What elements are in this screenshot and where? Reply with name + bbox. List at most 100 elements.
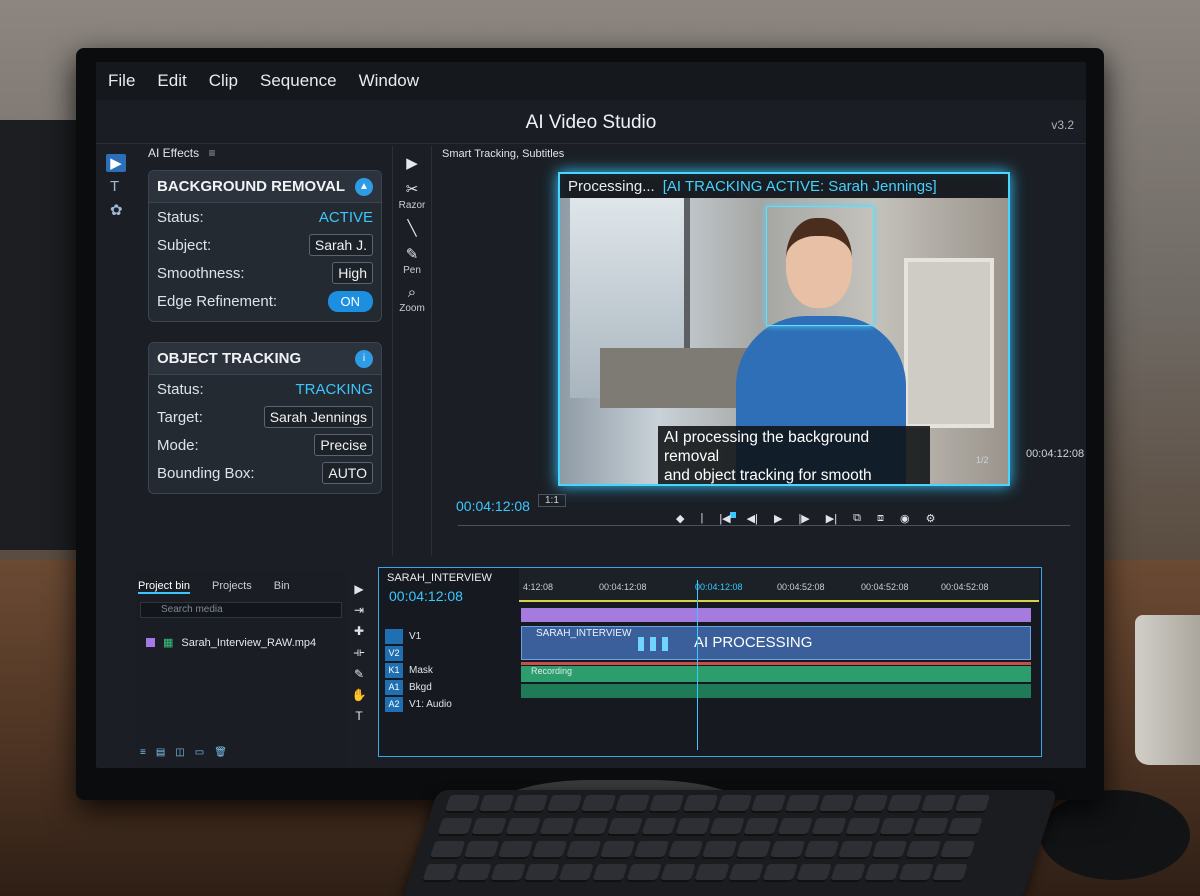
hand-tool-icon[interactable]: ✋ (344, 688, 374, 702)
menu-sequence[interactable]: Sequence (260, 71, 337, 91)
pen-tool-icon[interactable]: ✎ (344, 667, 374, 681)
type-icon[interactable]: T (110, 178, 134, 195)
app-title: AI Video Studio (525, 112, 657, 133)
recording-label: Recording (531, 666, 573, 676)
mark-out-icon[interactable]: | (700, 512, 703, 525)
menu-icon[interactable]: ≡ (208, 146, 215, 160)
step-forward-icon[interactable]: |▶ (798, 512, 809, 525)
play-icon[interactable]: ▶ (774, 512, 782, 525)
smoothness-row: Smoothness: High (149, 259, 381, 287)
line-icon[interactable]: ╲ (393, 219, 431, 237)
video-frame: AI processing the background removal and… (560, 198, 1008, 484)
track-v1[interactable]: V1 (385, 628, 519, 645)
progress-block (650, 637, 656, 651)
new-bin-icon[interactable]: ▭ (195, 747, 204, 758)
audio-clip[interactable] (521, 666, 1031, 682)
tab-projects[interactable]: Projects (212, 580, 252, 594)
track-v2[interactable]: V2 (385, 645, 519, 662)
mouse (1040, 790, 1190, 880)
status-label: Status: (157, 380, 204, 398)
type-tool-icon[interactable]: T (344, 709, 374, 723)
slip-tool-icon[interactable]: ⟛ (344, 645, 374, 660)
track-a2[interactable]: A2 V1: Audio (385, 696, 519, 713)
menu-clip[interactable]: Clip (209, 71, 238, 91)
audio-clip[interactable] (521, 684, 1031, 698)
ai-processing-label: AI PROCESSING (694, 634, 813, 651)
insert-icon[interactable]: ⧉ (853, 512, 861, 525)
selection-tool-icon[interactable]: ▶ (344, 582, 374, 596)
subject-row: Subject: Sarah J. (149, 231, 381, 259)
track-tag (385, 629, 403, 644)
ai-effects-title[interactable]: AI Effects (148, 146, 199, 160)
left-toolbar: ▶ T ✿ (104, 150, 134, 570)
subject-field[interactable]: Sarah J. (308, 234, 373, 256)
sequence-name[interactable]: SARAH_INTERVIEW (387, 572, 492, 584)
monitor-timecode[interactable]: 00:04:12:08 (456, 498, 530, 514)
tab-project-bin[interactable]: Project bin (138, 580, 190, 594)
viewer-fit-select[interactable]: 1/2 (976, 455, 989, 465)
object-tracking-card: OBJECT TRACKING i Status: TRACKING Targe… (148, 342, 382, 494)
smoothness-field[interactable]: High (332, 262, 373, 284)
track-headers: V1 V2 K1 Mask A1 Bkgd A2 V1: Audio (385, 628, 519, 713)
track-label: V1: Audio (409, 699, 452, 710)
effects-icon[interactable]: ✿ (110, 201, 134, 219)
ripple-edit-icon[interactable]: ✚ (344, 624, 374, 638)
list-item[interactable]: ▦ Sarah_Interview_RAW.mp4 (146, 636, 346, 649)
project-bin: Project bin Projects Bin Search media ▦ … (136, 572, 346, 768)
target-field[interactable]: Sarah Jennings (263, 406, 373, 428)
zoom-icon[interactable]: ⌕ (393, 284, 431, 301)
bounding-box-field[interactable]: AUTO (322, 462, 373, 484)
bounding-box-label: Bounding Box: (157, 464, 255, 482)
edge-refinement-toggle[interactable]: ON (327, 290, 373, 312)
status-row: Status: ACTIVE (149, 203, 381, 231)
delete-icon[interactable]: 🗑 (214, 747, 227, 758)
icon-view-icon[interactable]: ▤ (156, 747, 165, 758)
status-row: Status: TRACKING (149, 375, 381, 403)
zoom-select[interactable]: 1:1 (538, 494, 566, 507)
effects-clip[interactable] (521, 608, 1031, 622)
info-icon[interactable]: i (355, 349, 373, 368)
card-header: OBJECT TRACKING i (149, 343, 381, 375)
playhead[interactable] (697, 580, 698, 750)
card-header: BACKGROUND REMOVAL ▲ (149, 171, 381, 203)
smoothness-label: Smoothness: (157, 264, 245, 282)
menu-bar: File Edit Clip Sequence Window (96, 62, 1086, 100)
go-to-out-icon[interactable]: ▶| (826, 512, 837, 525)
overwrite-icon[interactable]: ⧈ (877, 512, 884, 525)
bin-search-input[interactable]: Search media (140, 602, 342, 618)
list-view-icon[interactable]: ≡ (140, 747, 146, 758)
track-label: Mask (409, 665, 433, 676)
track-label: Bkgd (409, 682, 432, 693)
bin-item-name: Sarah_Interview_RAW.mp4 (181, 636, 317, 649)
pen-icon[interactable]: ✎ (393, 245, 431, 263)
track-select-icon[interactable]: ⇥ (344, 603, 374, 617)
program-viewer[interactable]: AI processing the background removal and… (558, 172, 1010, 486)
tab-bin[interactable]: Bin (274, 580, 290, 594)
step-back-icon[interactable]: ◀| (747, 512, 758, 525)
track-k1[interactable]: K1 Mask (385, 662, 519, 679)
app-version: v3.2 (1051, 118, 1074, 132)
info-icon[interactable]: ▲ (355, 177, 373, 196)
transport-controls: ◆ | |◀ ◀| ▶ |▶ ▶| ⧉ ⧈ ◉ ⚙ (676, 512, 935, 525)
video-clip[interactable]: SARAH_INTERVIEW AI PROCESSING (521, 626, 1031, 660)
razor-icon[interactable]: ✂ (393, 180, 431, 198)
status-value: TRACKING (295, 380, 373, 398)
pen-label: Pen (403, 265, 421, 276)
timeline-ruler[interactable]: 4:12:08 00:04:12:08 00:04:12:08 00:04:52… (519, 568, 1039, 602)
camera-icon[interactable]: ◉ (900, 512, 910, 525)
mark-in-icon[interactable]: ◆ (676, 512, 684, 525)
go-to-in-icon[interactable]: |◀ (719, 512, 730, 525)
select-icon[interactable]: ▶ (106, 154, 126, 172)
menu-file[interactable]: File (108, 71, 135, 91)
timeline-timecode[interactable]: 00:04:12:08 (389, 588, 463, 604)
settings-icon[interactable]: ⚙ (926, 512, 936, 525)
title-bar: AI Video Studio v3.2 (96, 100, 1086, 144)
target-row: Target: Sarah Jennings (149, 403, 381, 431)
menu-window[interactable]: Window (359, 71, 419, 91)
mode-field[interactable]: Precise (314, 434, 373, 456)
freeform-view-icon[interactable]: ◫ (175, 747, 184, 758)
selection-tool-icon[interactable]: ▶ (393, 154, 431, 172)
menu-edit[interactable]: Edit (157, 71, 186, 91)
track-a1[interactable]: A1 Bkgd (385, 679, 519, 696)
label-color-swatch (146, 638, 155, 647)
